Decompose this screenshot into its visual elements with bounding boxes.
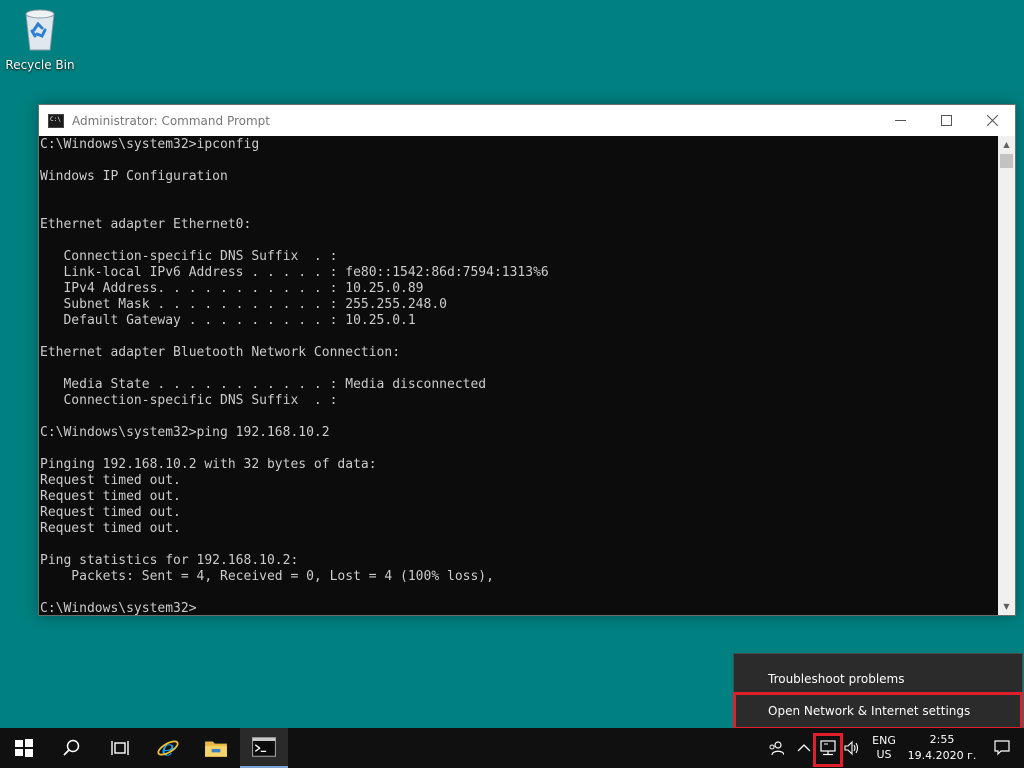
volume-button[interactable] xyxy=(840,728,864,768)
console-line: Connection-specific DNS Suffix . : xyxy=(40,249,338,264)
network-icon xyxy=(820,740,836,756)
console-line: Request timed out. xyxy=(40,473,181,488)
action-center-button[interactable] xyxy=(980,728,1024,768)
console-line: Packets: Sent = 4, Received = 0, Lost = … xyxy=(40,569,494,584)
scroll-up-icon[interactable]: ▲ xyxy=(998,136,1015,153)
network-flyout-menu: Troubleshoot problems Open Network & Int… xyxy=(733,653,1023,729)
clock-date: 19.4.2020 г. xyxy=(907,749,977,762)
console-line: IPv4 Address. . . . . . . . . . . : 10.2… xyxy=(40,281,424,296)
clock-time: 2:55 xyxy=(929,733,955,746)
internet-explorer-icon: e xyxy=(157,737,179,760)
command-prompt-window: Administrator: Command Prompt C:\Windows… xyxy=(38,104,1016,616)
console-line: Request timed out. xyxy=(40,505,181,520)
close-icon xyxy=(986,115,998,126)
taskbar: e ENG US 2:55 19.4.2020 г. xyxy=(0,728,1024,768)
file-explorer-button[interactable] xyxy=(192,728,240,768)
console-line: Windows IP Configuration xyxy=(40,169,228,184)
svg-text:e: e xyxy=(162,737,175,760)
scroll-down-icon[interactable]: ▼ xyxy=(998,598,1015,615)
scrollbar-thumb[interactable] xyxy=(1000,154,1013,168)
window-titlebar[interactable]: Administrator: Command Prompt xyxy=(39,105,1015,136)
clock[interactable]: 2:55 19.4.2020 г. xyxy=(904,732,980,764)
recycle-bin-label: Recycle Bin xyxy=(5,58,75,72)
people-button[interactable] xyxy=(760,728,792,768)
console-line: C:\Windows\system32> xyxy=(40,601,197,615)
console-line: Request timed out. xyxy=(40,489,181,504)
console-output[interactable]: C:\Windows\system32>ipconfig Windows IP C… xyxy=(39,136,998,615)
internet-explorer-button[interactable]: e xyxy=(144,728,192,768)
console-line: Ethernet adapter Ethernet0: xyxy=(40,217,252,232)
language-code: ENG xyxy=(872,734,896,747)
console-line: Subnet Mask . . . . . . . . . . . : 255.… xyxy=(40,297,447,312)
start-icon xyxy=(15,739,33,757)
command-prompt-icon xyxy=(252,737,276,757)
keyboard-layout: US xyxy=(876,748,892,761)
vertical-scrollbar[interactable]: ▲ ▼ xyxy=(998,136,1015,615)
minimize-button[interactable] xyxy=(877,105,923,136)
console-line: Pinging 192.168.10.2 with 32 bytes of da… xyxy=(40,457,377,472)
file-explorer-icon xyxy=(205,741,227,757)
people-icon xyxy=(769,741,784,756)
command-prompt-taskbar-button[interactable] xyxy=(240,728,288,768)
task-view-icon xyxy=(111,741,129,755)
start-button[interactable] xyxy=(0,728,48,768)
chevron-up-icon xyxy=(797,744,811,752)
minimize-icon xyxy=(894,120,906,121)
console-line: C:\Windows\system32>ping 192.168.10.2 xyxy=(40,425,330,440)
menu-item-open-network-settings[interactable]: Open Network & Internet settings xyxy=(734,694,1022,727)
search-button[interactable] xyxy=(48,728,96,768)
console-line: Media State . . . . . . . . . . . : Medi… xyxy=(40,377,487,392)
input-language-indicator[interactable]: ENG US xyxy=(864,734,904,762)
console-line: Ping statistics for 192.168.10.2: xyxy=(40,553,299,568)
menu-item-troubleshoot-problems[interactable]: Troubleshoot problems xyxy=(734,662,1022,695)
window-title: Administrator: Command Prompt xyxy=(72,113,270,128)
console-line: Request timed out. xyxy=(40,521,181,536)
recycle-bin[interactable]: Recycle Bin xyxy=(4,6,76,76)
console-line: Connection-specific DNS Suffix . : xyxy=(40,393,338,408)
network-tray-button[interactable] xyxy=(816,728,840,768)
maximize-button[interactable] xyxy=(923,105,969,136)
command-prompt-app-icon[interactable] xyxy=(48,113,64,128)
close-button[interactable] xyxy=(969,105,1015,136)
recycle-bin-icon xyxy=(25,9,55,51)
search-icon xyxy=(63,739,80,756)
speaker-icon xyxy=(844,740,859,756)
console-line: Ethernet adapter Bluetooth Network Conne… xyxy=(40,345,401,360)
console-line: C:\Windows\system32>ipconfig xyxy=(40,137,260,152)
task-view-button[interactable] xyxy=(96,728,144,768)
console-line: Link-local IPv6 Address . . . . . : fe80… xyxy=(40,265,549,280)
maximize-icon xyxy=(940,115,952,126)
window-controls xyxy=(877,105,1015,136)
system-tray: ENG US 2:55 19.4.2020 г. xyxy=(760,728,1024,768)
console-line: Default Gateway . . . . . . . . . : 10.2… xyxy=(40,313,416,328)
show-hidden-icons-button[interactable] xyxy=(792,728,816,768)
notifications-icon xyxy=(994,740,1010,756)
